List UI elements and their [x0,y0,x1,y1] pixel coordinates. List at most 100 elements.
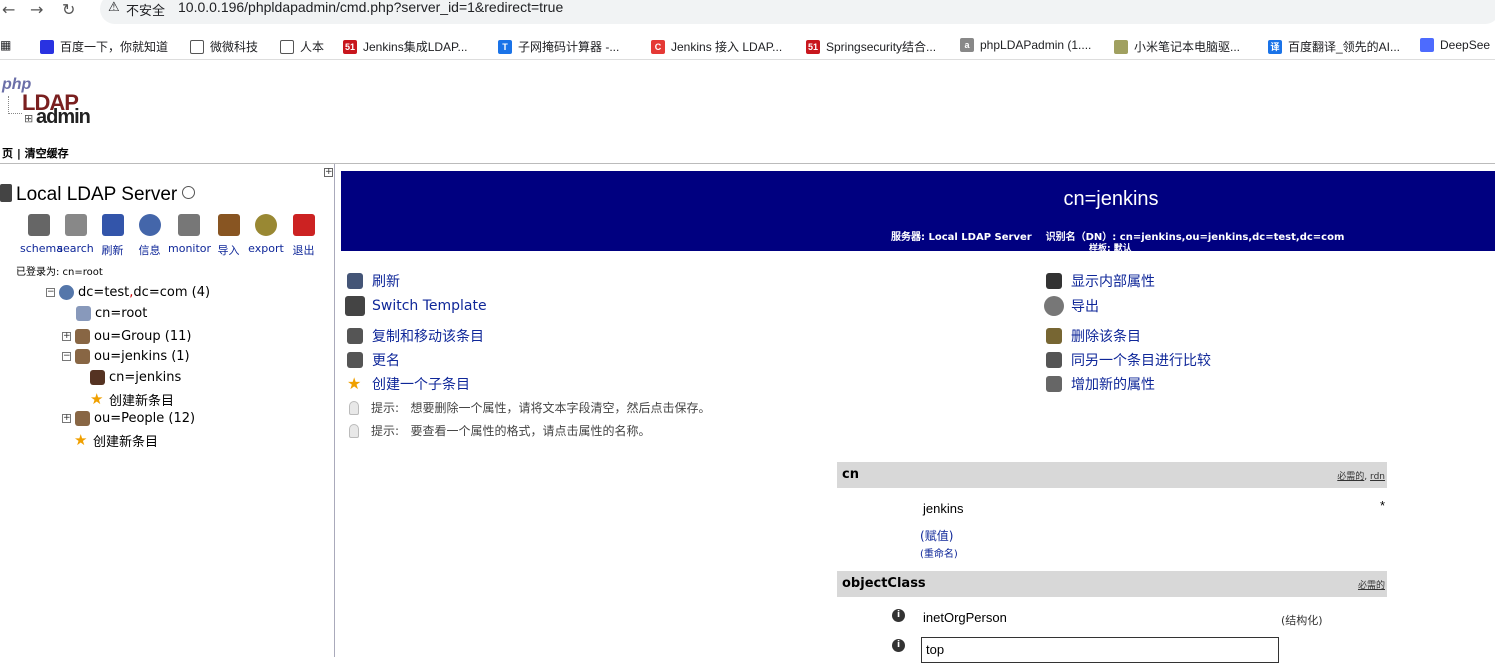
hint-text: 要查看一个属性的格式，请点击属性的名称。 [410,424,651,438]
bookmark-label: 小米笔记本电脑驱... [1134,40,1241,54]
action-switch-template[interactable]: Switch Template [345,296,487,316]
bookmark-folder[interactable]: 人本 [280,38,324,55]
tool-search[interactable]: search [57,214,94,258]
tree-node-cn-root[interactable]: cn=root [76,306,147,321]
entry-panel: cn=jenkins 服务器: Local LDAP Server 识别名（DN… [341,164,1495,663]
attribute-header-objectclass: objectClass 必需的 [837,571,1387,597]
bookmark-label: Jenkins集成LDAP... [363,40,468,54]
tool-monitor[interactable]: monitor [168,214,212,258]
apps-grid-icon[interactable]: ▦ [0,38,11,52]
bookmark-item[interactable]: T 子网掩码计算器 -... [498,38,619,55]
action-label: 导出 [1071,299,1099,315]
logo-plus-icon: ⊞ [24,112,34,125]
tool-label: 退出 [292,244,315,257]
action-refresh[interactable]: 刷新 [347,271,400,291]
bookmark-item[interactable]: 译百度翻译_领先的AI... [1268,38,1400,55]
bookmark-item[interactable]: 小米笔记本电脑驱... [1114,38,1240,55]
bookmark-item[interactable]: C Jenkins 接入 LDAP... [651,38,782,55]
expand-icon[interactable]: + [62,414,71,423]
action-label: 复制和移动该条目 [372,329,484,345]
bookmark-label: 百度一下，你就知道 [60,40,169,54]
bookmark-item[interactable]: 51 Springsecurity结合... [806,38,936,55]
tool-label: 信息 [138,244,161,257]
logout-icon [292,214,315,236]
action-show-internal[interactable]: 显示内部属性 [1046,271,1155,291]
action-export[interactable]: 导出 [1044,296,1099,316]
lightbulb-icon [349,423,359,438]
action-delete[interactable]: 删除该条目 [1046,326,1141,346]
folder-icon [280,39,294,54]
assign-value-link[interactable]: (赋值) [920,527,953,544]
collapse-icon[interactable]: − [46,288,55,297]
add-attribute-icon [1046,376,1062,392]
user-icon [90,370,105,385]
back-arrow-icon[interactable]: ← [2,0,15,19]
rename-link[interactable]: (重命名) [920,545,958,560]
action-copy-move[interactable]: 复制和移动该条目 [347,326,484,346]
logged-in-as: 已登录为: cn=root [16,267,103,278]
warning-icon[interactable]: ⚠ [108,0,120,15]
expand-panel-icon[interactable]: + [324,168,333,177]
tree-create-entry[interactable]: ★ 创建新条目 [74,431,158,451]
objectclass-input[interactable]: top [921,637,1279,663]
bookmark-item[interactable]: DeepSee [1420,38,1490,52]
info-icon[interactable]: i [892,639,905,652]
logo-tree-line [8,96,22,114]
tool-label: monitor [168,242,212,255]
cn-value-field[interactable]: jenkins [923,501,963,516]
hint-row: 提示: 要查看一个属性的格式，请点击属性的名称。 [349,422,651,439]
attribute-name[interactable]: cn [842,467,859,482]
info-icon[interactable]: i [892,609,905,622]
tool-logout[interactable]: 退出 [285,214,322,258]
action-compare[interactable]: 同另一个条目进行比较 [1046,350,1211,370]
bookmark-item[interactable]: 百度一下，你就知道 [40,38,168,55]
url-text[interactable]: 10.0.0.196/phpldapadmin/cmd.php?server_i… [178,0,563,15]
tool-refresh[interactable]: 刷新 [94,214,131,258]
star-icon: ★ [74,431,88,449]
tree-create-entry[interactable]: ★ 创建新条目 [90,390,175,410]
tree-node-ou-jenkins[interactable]: − ou=jenkins (1) [62,349,190,364]
clock-icon[interactable] [182,186,196,199]
refresh-icon [347,273,363,289]
objectclass-value-field[interactable]: inetOrgPerson [923,610,1007,625]
tree-node-cn-jenkins[interactable]: cn=jenkins [90,370,181,385]
expand-icon[interactable]: + [62,332,71,341]
attribute-name[interactable]: objectClass [842,576,926,591]
logo-admin: admin [36,106,91,128]
tool-schema[interactable]: schema [20,214,63,258]
action-create-child[interactable]: ★ 创建一个子条目 [347,374,470,394]
export-icon [1044,296,1064,316]
hint-label: 提示: [371,401,400,415]
tool-label: 导入 [217,244,240,257]
server-header: Local LDAP Server [0,184,196,206]
bookmark-label: 人本 [300,40,325,54]
tool-export[interactable]: export [247,214,285,258]
collapse-icon[interactable]: − [62,352,71,361]
tree-node-ou-people[interactable]: + ou=People (12) [62,411,195,426]
tools-icon [1046,273,1062,289]
info-icon [138,214,161,236]
bookmark-label: 微微科技 [210,40,259,54]
top-links[interactable]: 页 | 清空缓存 [2,145,69,161]
forward-arrow-icon[interactable]: → [30,0,43,19]
hint-text: 想要删除一个属性，请将文本字段清空，然后点击保存。 [410,401,711,415]
tree-node-root[interactable]: − dc=test,dc=com (4) [46,285,210,300]
tool-import[interactable]: 导入 [210,214,247,258]
entry-banner: cn=jenkins 服务器: Local LDAP Server 识别名（DN… [341,171,1495,254]
bookmark-favicon-icon: 译 [1268,39,1282,54]
tool-info[interactable]: 信息 [131,214,168,258]
reload-icon[interactable]: ↻ [62,0,75,19]
action-add-attribute[interactable]: 增加新的属性 [1046,374,1155,394]
security-label[interactable]: 不安全 [126,0,165,19]
tree-node-ou-group[interactable]: + ou=Group (11) [62,329,191,344]
bookmark-folder[interactable]: 微微科技 [190,38,258,55]
bookmark-item[interactable]: 51 Jenkins集成LDAP... [343,38,468,55]
compare-icon [1046,352,1062,368]
tree-node-label: 创建新条目 [109,394,175,409]
bookmark-item[interactable]: a phpLDAPadmin (1.... [960,38,1091,52]
globe-icon [59,285,74,300]
tree-node-label: cn=jenkins [109,370,182,385]
bookmark-label: 百度翻译_领先的AI... [1288,40,1401,54]
action-rename[interactable]: 更名 [347,350,400,370]
bookmark-favicon-icon: 51 [343,39,357,54]
